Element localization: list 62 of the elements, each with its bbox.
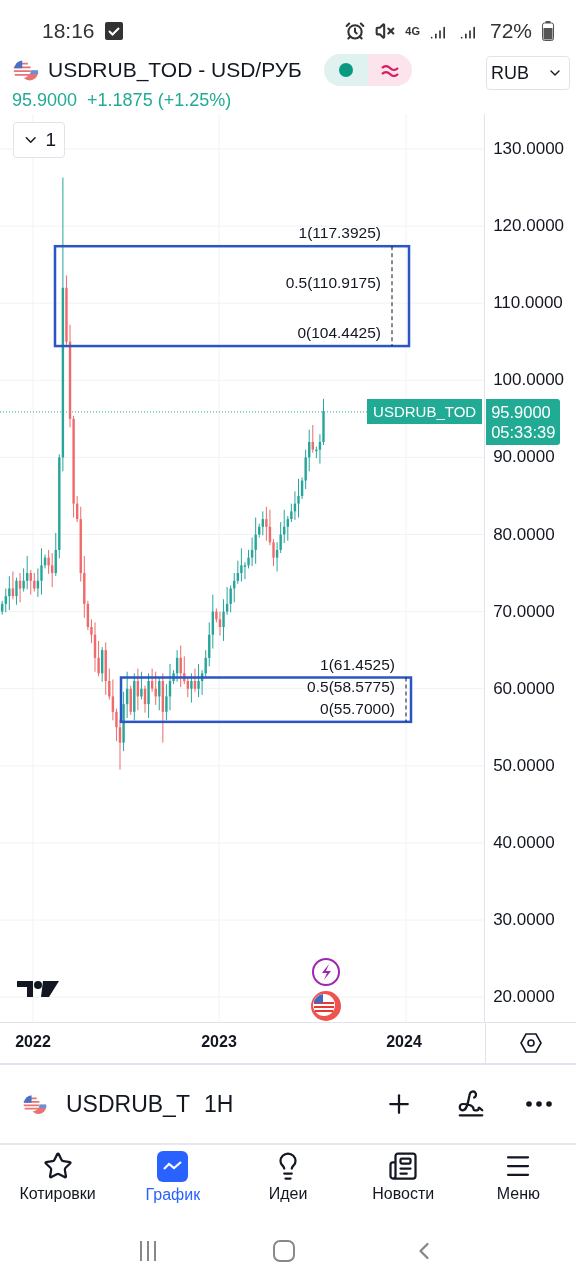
battery-icon [542, 21, 554, 41]
dot-icon [338, 63, 353, 77]
draw-button[interactable] [456, 1089, 486, 1119]
last-price: 95.9000 [12, 90, 78, 111]
alarm-icon [345, 21, 366, 41]
currency-select[interactable]: RUB [486, 56, 570, 90]
lightning-icon [312, 958, 340, 986]
ellipsis-icon [526, 1101, 552, 1107]
symbol-label: USDRUB_TOD [367, 398, 483, 424]
time-tick: 2024 [386, 1033, 422, 1051]
fib-level-label: 0(55.7000) [320, 699, 395, 717]
tradingview-logo [17, 981, 59, 997]
newspaper-icon [388, 1151, 419, 1181]
nav-tab[interactable]: Новости [345, 1145, 461, 1221]
price-tick: 20.0000 [493, 987, 555, 1008]
price-tick: 50.0000 [493, 755, 555, 776]
price-tick: 40.0000 [493, 832, 555, 853]
home-icon[interactable] [273, 1239, 295, 1262]
fib-level-label: 1(61.4525) [320, 655, 395, 673]
battery-percent: 72% [489, 19, 532, 43]
settings-icon[interactable] [520, 1033, 542, 1053]
price-tick: 120.0000 [493, 216, 565, 237]
fib-level-label: 0.5(58.5775) [307, 677, 395, 695]
pen-icon [456, 1089, 486, 1119]
chart-icon [157, 1151, 189, 1182]
price-tick: 30.0000 [493, 910, 555, 930]
flag-icon [22, 1093, 48, 1115]
price-tick: 90.0000 [493, 447, 555, 468]
fib-level-label: 0(104.4425) [297, 324, 381, 342]
price-tick: 80.0000 [493, 524, 555, 545]
recent-apps-icon[interactable] [137, 1239, 158, 1262]
mute-icon [375, 21, 396, 41]
network-type: 4G [405, 25, 420, 37]
price-tick: 130.0000 [493, 139, 565, 159]
symbol-title: USDRUB_TOD - USD/РУБ [48, 58, 302, 82]
more-button[interactable] [526, 1101, 552, 1107]
flag-icon [12, 58, 40, 82]
price-tick: 70.0000 [493, 601, 555, 622]
flag-icon [311, 991, 341, 1021]
nav-tab[interactable]: Котировки [0, 1145, 116, 1221]
market-status[interactable] [323, 54, 412, 86]
check-icon [104, 22, 123, 40]
fib-level-label: 1(117.3925) [298, 224, 381, 242]
interval-label: 1H [203, 1090, 234, 1118]
time-tick: 2022 [15, 1033, 51, 1051]
price-tick: 60.0000 [493, 678, 555, 699]
price-countdown-label: 95.9000 05:33:39 [486, 398, 561, 445]
symbol-name: USDRUB_T [66, 1090, 190, 1118]
nav-tab[interactable]: График [115, 1145, 231, 1221]
fib-box[interactable] [53, 244, 411, 348]
price-tick: 110.0000 [493, 293, 563, 314]
price-change: +1.1875 (+1.25%) [87, 90, 232, 111]
time-tick: 2023 [201, 1033, 237, 1051]
fib-level-label: 0.5(110.9175) [285, 274, 381, 292]
fib-box[interactable] [119, 676, 413, 724]
nav-tab[interactable]: Меню [460, 1145, 576, 1221]
interval-button[interactable]: 1 [13, 122, 65, 158]
approx-icon [379, 63, 400, 77]
nav-tab[interactable]: Идеи [230, 1145, 346, 1221]
clock-time: 18:16 [42, 19, 95, 43]
star-icon [42, 1151, 73, 1181]
price-tick: 100.0000 [493, 370, 565, 391]
